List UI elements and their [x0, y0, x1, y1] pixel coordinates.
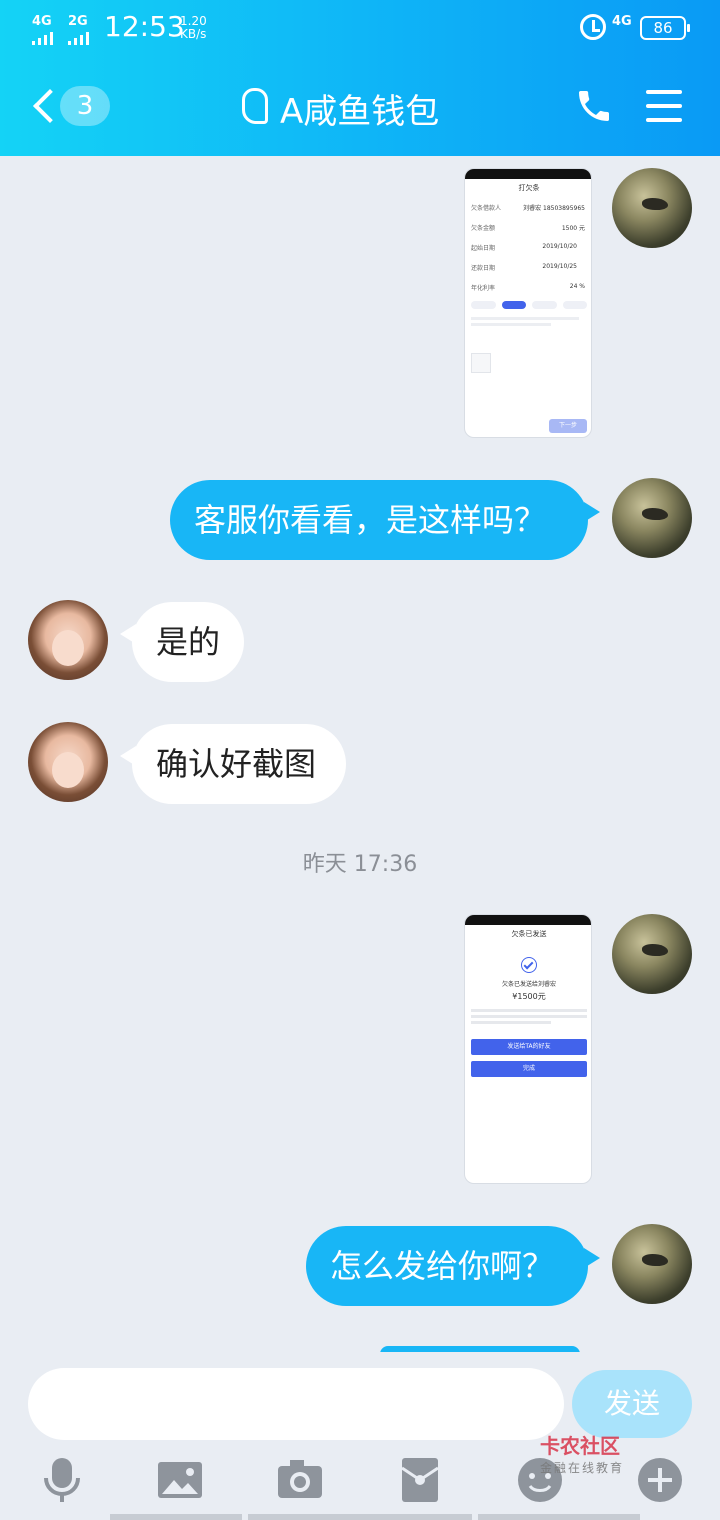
- network-label-2: 2G: [68, 14, 88, 29]
- shot1-next-button: 下一步: [549, 419, 587, 433]
- bottom-indicator: [248, 1514, 472, 1520]
- back-arrow-icon[interactable]: [30, 86, 58, 126]
- contact-avatar[interactable]: [28, 722, 108, 802]
- earpiece-mode-icon[interactable]: [238, 86, 268, 126]
- shot1-row4-value: 2019/10/25: [542, 263, 577, 270]
- network-speed: 1.20 KB/s: [180, 15, 207, 41]
- shot1-row5-label: 年化利率: [471, 285, 496, 292]
- message-image-2[interactable]: 欠条已发送 欠条已发送给刘睿宏 ¥1500元 发送给TA的好友 完成: [464, 914, 592, 1184]
- shot1-title: 打欠条: [518, 184, 540, 192]
- watermark-brand: 卡农社区: [540, 1434, 620, 1458]
- phone-icon[interactable]: [574, 86, 614, 126]
- menu-icon[interactable]: [646, 88, 682, 124]
- watermark-logo: 卡农社区 金融在线教育: [540, 1430, 624, 1476]
- shot1-add-photo: [471, 353, 491, 373]
- shot2-note: [471, 1009, 587, 1012]
- my-avatar[interactable]: [612, 1224, 692, 1304]
- camera-icon[interactable]: [276, 1456, 324, 1504]
- message-timestamp: 昨天 17:36: [302, 852, 418, 877]
- message-input[interactable]: [28, 1368, 564, 1440]
- message-bubble-sent[interactable]: 怎么发给你啊？: [306, 1226, 600, 1306]
- battery-icon: 86: [640, 16, 690, 40]
- shot1-row4-label: 还款日期: [471, 265, 496, 272]
- my-avatar[interactable]: [612, 168, 692, 248]
- shot1-row1-label: 欠条借款人: [471, 205, 502, 212]
- bottom-indicator: [478, 1514, 640, 1520]
- red-packet-icon[interactable]: [396, 1456, 444, 1504]
- shot1-row1-value: 刘睿宏 18503895965: [523, 205, 585, 212]
- contact-avatar[interactable]: [28, 600, 108, 680]
- shot2-line1: 欠条已发送给刘睿宏: [501, 981, 556, 988]
- shot2-button2: 完成: [471, 1061, 587, 1077]
- my-avatar[interactable]: [612, 914, 692, 994]
- alarm-icon: [580, 14, 606, 40]
- network-label: 4G: [32, 14, 52, 29]
- network-label-3: 4G: [612, 14, 632, 29]
- signal-bars-icon: [32, 32, 53, 45]
- check-icon: [521, 957, 537, 973]
- shot1-note: [471, 317, 579, 320]
- shot1-row2-value: 1500 元: [561, 225, 585, 232]
- message-bubble-sent[interactable]: 客服你看看，是这样吗？: [170, 480, 600, 560]
- signal-bars-icon: [68, 32, 89, 45]
- chat-title: A咸鱼钱包: [280, 92, 440, 132]
- message-bubble-received[interactable]: 确认好截图: [120, 724, 346, 804]
- microphone-icon[interactable]: [38, 1456, 86, 1504]
- my-avatar[interactable]: [612, 478, 692, 558]
- status-bar: 4G 2G 12:53 1.20 KB/s 4G 86: [0, 0, 720, 58]
- shot1-row2-label: 欠条金额: [471, 225, 496, 232]
- shot1-row3-value: 2019/10/20: [542, 243, 577, 250]
- bottom-indicator: [110, 1514, 242, 1520]
- shot2-note-2: [471, 1015, 587, 1018]
- shot2-amount: ¥1500元: [512, 992, 546, 1001]
- chat-header: 4G 2G 12:53 1.20 KB/s 4G 86 3 A咸鱼钱包: [0, 0, 720, 156]
- shot1-note-2: [471, 323, 551, 326]
- unread-count-badge[interactable]: 3: [60, 86, 110, 126]
- clock: 12:53: [104, 10, 185, 43]
- shot1-chip-row: [471, 301, 587, 309]
- shot2-title: 欠条已发送: [511, 930, 547, 938]
- shot1-row5-value: 24 %: [569, 283, 585, 290]
- watermark-sub: 金融在线教育: [540, 1461, 625, 1475]
- message-image-1[interactable]: 打欠条 欠条借款人 刘睿宏 18503895965 欠条金额 1500 元 起始…: [464, 168, 592, 438]
- send-button[interactable]: 发送: [572, 1370, 692, 1438]
- message-bubble-received[interactable]: 是的: [120, 602, 244, 682]
- shot1-row3-label: 起始日期: [471, 245, 496, 252]
- plus-icon[interactable]: [636, 1456, 684, 1504]
- speed-unit: KB/s: [180, 27, 207, 41]
- image-icon[interactable]: [156, 1456, 204, 1504]
- shot2-button1: 发送给TA的好友: [471, 1039, 587, 1055]
- battery-level: 86: [653, 19, 673, 37]
- shot2-note-3: [471, 1021, 551, 1024]
